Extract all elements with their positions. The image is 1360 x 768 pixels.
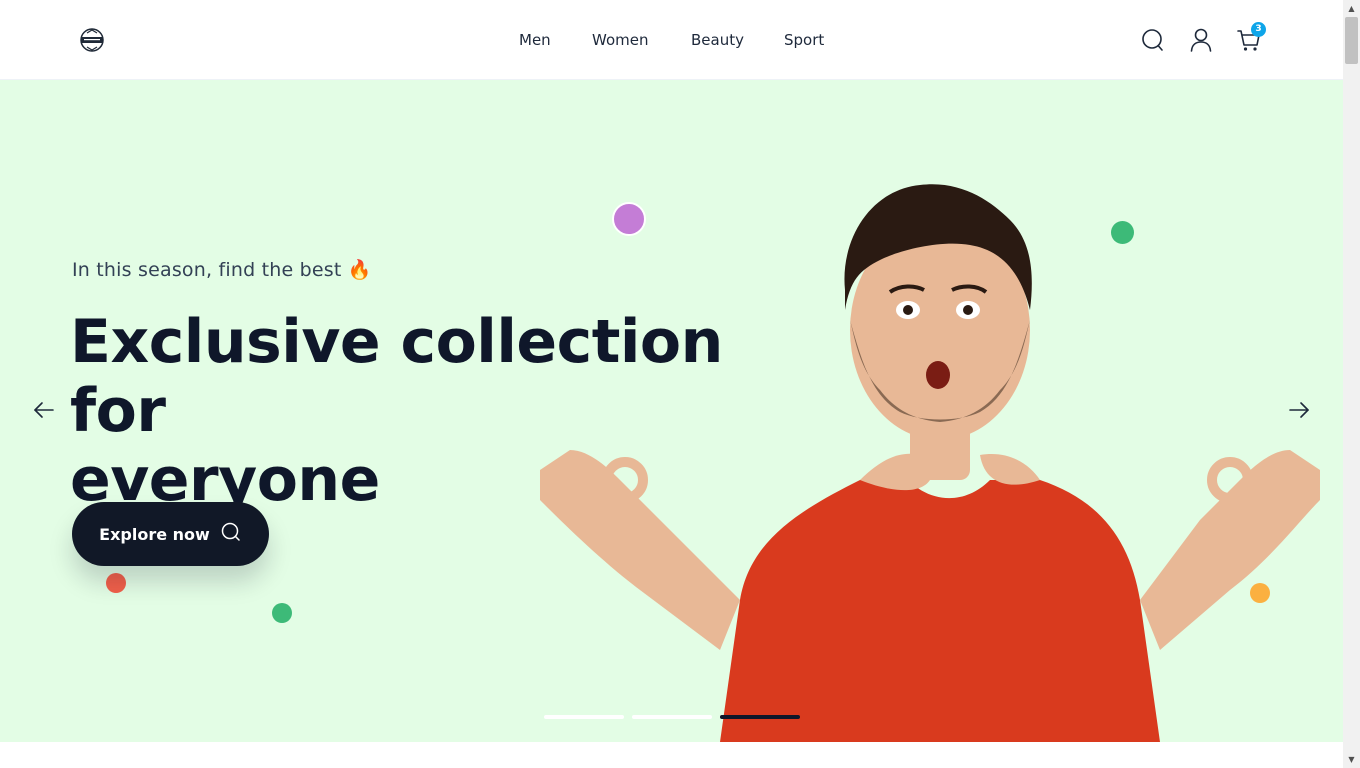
decorative-dot <box>106 573 126 593</box>
decorative-dot <box>272 603 292 623</box>
hero-headline: Exclusive collection for everyone <box>70 308 790 515</box>
hero-headline-line1: Exclusive collection for <box>70 307 723 446</box>
next-section <box>0 742 1343 768</box>
nav-link-women[interactable]: Women <box>592 29 648 51</box>
search-icon <box>220 521 242 547</box>
slide-indicators <box>544 715 800 719</box>
explore-now-label: Explore now <box>99 524 210 544</box>
search-icon[interactable] <box>1140 26 1166 54</box>
scroll-up-arrow-icon[interactable]: ▲ <box>1343 0 1360 17</box>
hero-carousel: In this season, find the best 🔥 Exclusiv… <box>0 80 1343 742</box>
next-slide-arrow-icon[interactable] <box>1287 398 1311 422</box>
hero-subtitle: In this season, find the best 🔥 <box>72 259 372 281</box>
scroll-down-arrow-icon[interactable]: ▼ <box>1343 751 1360 768</box>
user-icon[interactable] <box>1188 26 1214 54</box>
page-scrollbar[interactable]: ▲ ▼ <box>1343 0 1360 768</box>
slide-indicator-1[interactable] <box>544 715 624 719</box>
nav-link-sport[interactable]: Sport <box>784 29 824 51</box>
prev-slide-arrow-icon[interactable] <box>32 398 56 422</box>
explore-now-button[interactable]: Explore now <box>72 502 269 566</box>
slide-indicator-2[interactable] <box>632 715 712 719</box>
nav-link-men[interactable]: Men <box>519 29 551 51</box>
slide-indicator-3[interactable] <box>720 715 800 719</box>
cart-count-badge: 3 <box>1251 22 1266 37</box>
scrollbar-thumb[interactable] <box>1345 17 1358 64</box>
nav-link-beauty[interactable]: Beauty <box>691 29 744 51</box>
site-header: Men Women Beauty Sport 3 <box>0 0 1343 80</box>
